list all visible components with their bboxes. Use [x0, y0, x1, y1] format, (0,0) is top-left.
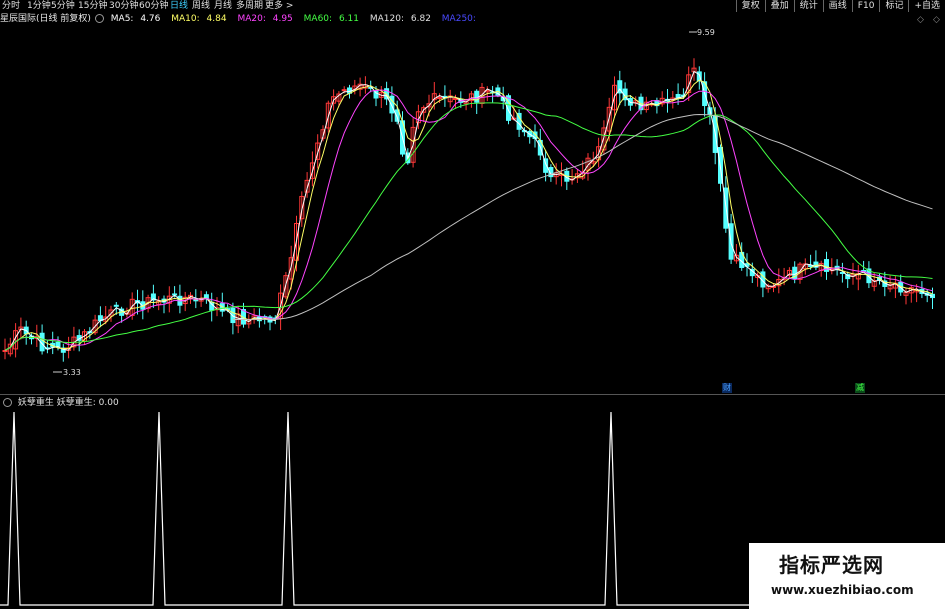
- event-marker-reduce[interactable]: 减: [855, 383, 865, 393]
- candle: [490, 85, 496, 103]
- candle-body: [230, 307, 236, 324]
- tab-5min[interactable]: 5分钟: [51, 0, 75, 12]
- candle: [336, 91, 342, 107]
- candle: [378, 86, 384, 108]
- toolbar-right: 复权 叠加 统计 画线 F10 标记 +自选: [735, 0, 945, 12]
- draw-line-button[interactable]: 画线: [822, 0, 852, 12]
- candle: [421, 105, 427, 123]
- tab-monthly[interactable]: 月线: [214, 0, 232, 12]
- candle: [919, 281, 925, 299]
- candle: [219, 292, 225, 317]
- ma5-label: MA5: 4.76: [110, 14, 161, 24]
- tab-30min[interactable]: 30分钟: [109, 0, 138, 12]
- tab-60min[interactable]: 60分钟: [139, 0, 168, 12]
- add-watchlist-button[interactable]: +自选: [908, 0, 945, 12]
- candle: [691, 58, 697, 81]
- candle: [474, 89, 480, 114]
- candle: [686, 66, 692, 102]
- candle: [209, 292, 215, 322]
- candle-body: [113, 304, 119, 307]
- candle: [855, 264, 861, 291]
- statistics-button[interactable]: 统计: [793, 0, 823, 12]
- candlestick-chart[interactable]: [0, 26, 945, 394]
- pane-divider: [0, 394, 945, 395]
- ma10-label: MA10: 4.84: [171, 14, 227, 24]
- circle-icon[interactable]: [94, 13, 104, 23]
- candle: [813, 250, 819, 271]
- diamond-icon[interactable]: ◇: [917, 15, 924, 25]
- candle: [776, 268, 782, 294]
- candle-body: [2, 349, 8, 352]
- ma60-label: MA60: 6.11: [303, 14, 359, 24]
- candle: [617, 70, 623, 105]
- tab-multi-period[interactable]: 多周期: [236, 0, 263, 12]
- ma-legend: 星辰国际(日线 前复权) MA5: 4.76 MA10: 4.84 MA20: …: [0, 13, 488, 25]
- watermark-title: 指标严选网: [779, 553, 884, 577]
- period-toolbar: 分时 1分钟 5分钟 15分钟 30分钟 60分钟 日线 周线 月线 多周期 更…: [0, 0, 945, 12]
- low-price-label: 3.33: [63, 368, 81, 377]
- candle: [214, 297, 220, 317]
- mark-button[interactable]: 标记: [879, 0, 908, 12]
- candle: [786, 267, 792, 279]
- event-marker-finance[interactable]: 财: [722, 383, 732, 393]
- tab-weekly[interactable]: 周线: [192, 0, 210, 12]
- tab-fenshi[interactable]: 分时: [2, 0, 20, 12]
- overlay-button[interactable]: 叠加: [764, 0, 794, 12]
- indicator-value: 妖孽重生: 0.00: [56, 398, 119, 408]
- candle-body: [437, 97, 443, 100]
- candle: [728, 213, 734, 264]
- ma20-label: MA20: 4.95: [237, 14, 293, 24]
- tab-1min[interactable]: 1分钟: [27, 0, 51, 12]
- candle: [352, 79, 358, 95]
- candle: [824, 251, 829, 280]
- candle: [903, 287, 909, 305]
- indicator-name: 妖孽重生: [17, 398, 54, 408]
- candle: [150, 284, 156, 308]
- restore-rights-button[interactable]: 复权: [735, 0, 765, 12]
- candle: [834, 259, 840, 276]
- candle: [442, 85, 448, 107]
- candle: [887, 275, 893, 293]
- candle: [315, 134, 321, 169]
- tab-daily[interactable]: 日线: [170, 0, 188, 12]
- tab-15min[interactable]: 15分钟: [78, 0, 107, 12]
- candle: [203, 291, 209, 304]
- candle: [50, 331, 56, 355]
- candle: [2, 338, 8, 360]
- candle: [320, 125, 326, 142]
- candle: [357, 77, 363, 97]
- candle: [156, 296, 162, 311]
- tab-more[interactable]: 更多 >: [265, 0, 293, 12]
- candle: [251, 308, 257, 324]
- candle: [60, 343, 66, 362]
- stock-title: 星辰国际(日线 前复权): [0, 14, 91, 24]
- candle-body: [55, 341, 61, 347]
- ma60-line: [4, 102, 933, 351]
- high-price-label: 9.59: [697, 28, 715, 37]
- diamond-icon[interactable]: ◇: [933, 15, 940, 25]
- candle-body: [341, 89, 347, 92]
- f10-button[interactable]: F10: [851, 0, 880, 12]
- ma20-line: [4, 89, 933, 351]
- ma120-line: [232, 113, 933, 320]
- circle-icon[interactable]: [3, 397, 12, 407]
- candle: [548, 164, 554, 182]
- ma250-label: MA250:: [441, 14, 476, 24]
- candle: [431, 82, 437, 110]
- candle: [771, 283, 776, 293]
- candle: [97, 306, 103, 328]
- candle: [908, 284, 914, 303]
- candle: [267, 314, 273, 331]
- watermark-box: 指标严选网 www.xuezhibiao.com: [749, 543, 945, 609]
- candle: [659, 91, 665, 107]
- candle: [829, 258, 835, 275]
- candle-body: [203, 294, 209, 299]
- candle: [818, 260, 824, 277]
- candle: [309, 151, 315, 187]
- candle: [447, 89, 453, 108]
- watermark-url: www.xuezhibiao.com: [771, 583, 914, 597]
- ma120-label: MA120: 6.82: [369, 14, 431, 24]
